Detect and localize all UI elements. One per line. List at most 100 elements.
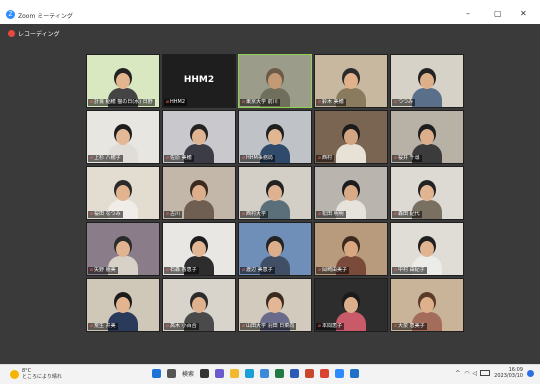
chrome-icon[interactable]	[320, 369, 330, 378]
participant-tile[interactable]: ⌀HHM事務局	[238, 110, 312, 164]
participant-name-label: ⌀西村大学	[240, 211, 269, 218]
muted-mic-icon: ⌀	[242, 267, 246, 273]
wifi-icon[interactable]: ◠	[464, 370, 469, 377]
mail-icon[interactable]	[350, 369, 360, 378]
participant-tile[interactable]: ⌀森田 紀代	[390, 166, 464, 220]
title-bar: Z Zoom ミーティング – ▢ ✕	[0, 6, 540, 24]
participant-name: 計良 稲穂 猫の日(水) 日野	[94, 99, 153, 105]
participant-tile[interactable]: ⌀上杉 八穂子	[86, 110, 160, 164]
taskbar-search-label[interactable]: 検索	[182, 369, 194, 378]
participant-name-label: ⌀HHM2	[164, 99, 188, 106]
muted-mic-icon: ⌀	[394, 155, 398, 161]
notification-icon[interactable]	[527, 369, 534, 377]
participant-tile[interactable]: ⌀東京大学 前川	[238, 54, 312, 108]
participant-tile[interactable]: ⌀桜井 千尋	[390, 110, 464, 164]
participant-tile[interactable]: ⌀桜田 なつみ	[86, 166, 160, 220]
muted-mic-icon: ⌀	[90, 155, 94, 161]
participant-head	[344, 129, 358, 145]
participant-tile[interactable]: ⌀計良 稲穂 猫の日(水) 日野	[86, 54, 160, 108]
weather-widget[interactable]: 8°C ところにより晴れ	[10, 368, 62, 380]
participant-tile[interactable]: HHM2 ⌀HHM2	[162, 54, 236, 108]
chat-icon[interactable]	[215, 369, 225, 378]
muted-mic-icon: ⌀	[318, 267, 322, 273]
participant-name: 上杉 八穂子	[94, 155, 121, 161]
participant-tile[interactable]: ⌀矢野 朋美	[86, 222, 160, 276]
participant-name-label: ⌀矢野 朋美	[88, 267, 118, 274]
store-icon[interactable]	[260, 369, 270, 378]
windows-start-icon[interactable]	[152, 369, 161, 378]
participant-head	[116, 129, 130, 145]
participant-tile[interactable]: ⌀中村 由紀子	[390, 222, 464, 276]
participant-tile[interactable]: ⌀西村大学	[238, 166, 312, 220]
tray-chevron-icon[interactable]: ^	[455, 370, 460, 377]
zoom-icon[interactable]	[335, 369, 345, 378]
file-explorer-icon[interactable]	[230, 369, 240, 378]
speaker-icon[interactable]: ◁	[473, 370, 478, 377]
participant-name: 松田 明明	[322, 211, 344, 217]
participant-name-label: ⌀岡崎由美子	[316, 267, 350, 274]
participant-name-label: ⌀高木 小百合	[164, 323, 199, 330]
search-icon[interactable]	[167, 369, 176, 378]
zoom-app-icon: Z	[6, 10, 15, 19]
participant-head	[268, 185, 282, 201]
participant-name-label: ⌀中村 由紀子	[392, 267, 427, 274]
word-icon[interactable]	[290, 369, 300, 378]
participant-name: 東京大学 前川	[246, 99, 278, 105]
close-button[interactable]: ✕	[520, 9, 527, 18]
participant-tile[interactable]: ⌀石森 香恵子	[162, 222, 236, 276]
participant-head	[344, 297, 358, 313]
participant-name-label: ⌀桜田 なつみ	[88, 211, 123, 218]
minimize-button[interactable]: –	[466, 9, 470, 18]
windows-taskbar: 8°C ところにより晴れ 検索 ^ ◠ ◁ 16:09 2023/03/10	[0, 364, 540, 384]
participant-tile[interactable]: ⌀鈴木 美穂	[314, 54, 388, 108]
muted-mic-icon: ⌀	[90, 211, 94, 217]
muted-mic-icon: ⌀	[394, 323, 398, 329]
participant-tile[interactable]: ⌀西村	[314, 110, 388, 164]
muted-mic-icon: ⌀	[90, 99, 94, 105]
participant-body	[184, 200, 214, 219]
participant-name-label: ⌀上杉 八穂子	[88, 155, 123, 162]
participant-tile[interactable]: ⌀高木 小百合	[162, 278, 236, 332]
participant-name-label: ⌀大泉 恵美子	[392, 323, 427, 330]
taskbar-apps: 検索	[152, 369, 365, 378]
participant-tile[interactable]: ⌀松田 明明	[314, 166, 388, 220]
edge-icon[interactable]	[245, 369, 255, 378]
participant-head	[268, 297, 282, 313]
participant-name: 矢野 朋美	[94, 267, 116, 273]
participant-video	[410, 73, 444, 107]
muted-mic-icon: ⌀	[166, 99, 170, 105]
participant-name: つつみ	[398, 99, 414, 105]
participant-head	[116, 73, 130, 89]
participant-tile[interactable]: ⌀本間恵子	[314, 278, 388, 332]
participant-name: 中村 由紀子	[398, 267, 425, 273]
muted-mic-icon: ⌀	[242, 155, 246, 161]
recording-indicator[interactable]: レコーディング	[8, 28, 60, 38]
participant-tile[interactable]: ⌀佐原 美穂	[162, 110, 236, 164]
powerpoint-icon[interactable]	[305, 369, 315, 378]
participant-tile[interactable]: ⌀岡崎由美子	[314, 222, 388, 276]
clock[interactable]: 16:09 2023/03/10	[494, 367, 523, 379]
excel-icon[interactable]	[275, 369, 285, 378]
participant-name-label: ⌀渡辺 美恵子	[240, 267, 275, 274]
battery-icon[interactable]	[480, 370, 491, 376]
maximize-button[interactable]: ▢	[494, 9, 502, 18]
task-view-icon[interactable]	[200, 369, 210, 378]
participant-tile[interactable]: ⌀古川	[162, 166, 236, 220]
participant-name-label: ⌀荒生 井美	[88, 323, 118, 330]
participant-tile[interactable]: ⌀荒生 井美	[86, 278, 160, 332]
participant-head	[268, 129, 282, 145]
muted-mic-icon: ⌀	[318, 155, 322, 161]
participant-tile[interactable]: ⌀渡辺 美恵子	[238, 222, 312, 276]
participant-tile[interactable]: ⌀山田大学 羽田 日菜向	[238, 278, 312, 332]
participant-name-label: ⌀森田 紀代	[392, 211, 422, 218]
muted-mic-icon: ⌀	[166, 211, 170, 217]
muted-mic-icon: ⌀	[394, 211, 398, 217]
participant-tile[interactable]: ⌀つつみ	[390, 54, 464, 108]
participant-name-label: ⌀東京大学 前川	[240, 99, 280, 106]
muted-mic-icon: ⌀	[166, 267, 170, 273]
participant-name-label: ⌀石森 香恵子	[164, 267, 199, 274]
muted-mic-icon: ⌀	[90, 267, 94, 273]
muted-mic-icon: ⌀	[394, 99, 398, 105]
participant-tile[interactable]: ⌀大泉 恵美子	[390, 278, 464, 332]
clock-date: 2023/03/10	[494, 373, 523, 379]
